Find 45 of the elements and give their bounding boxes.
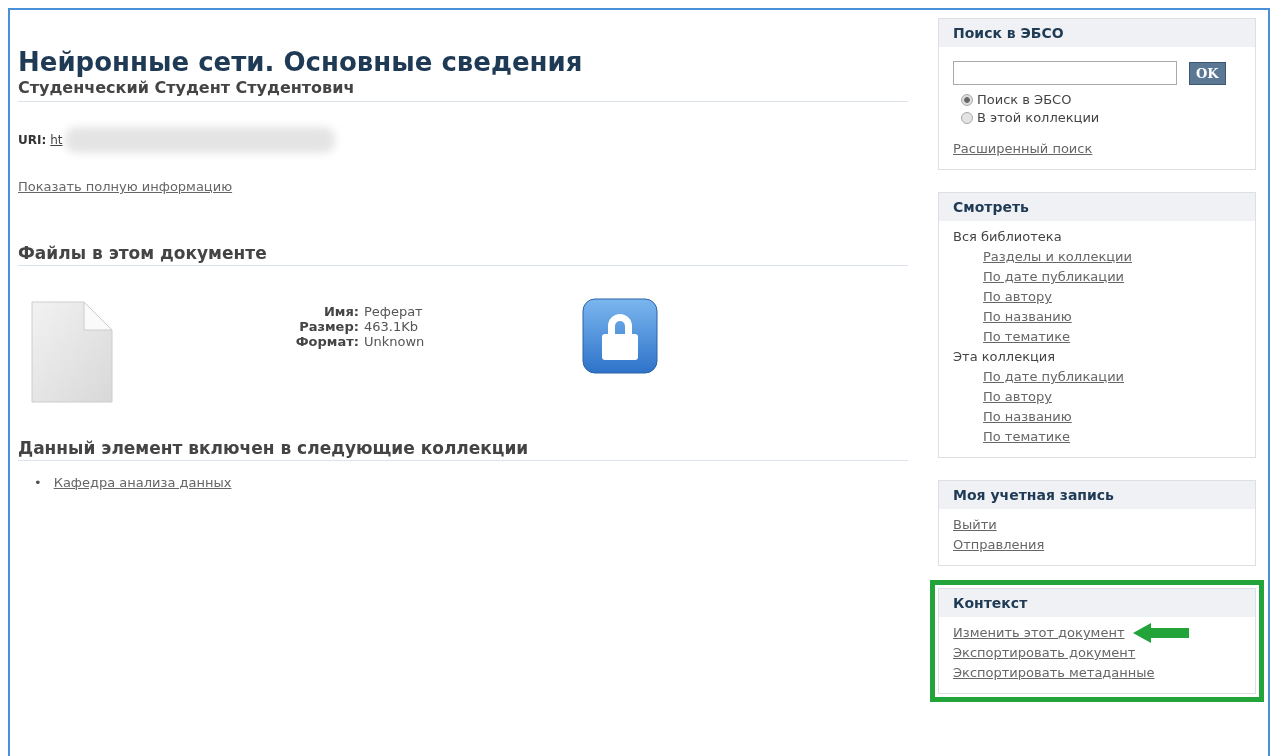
sidebar-link[interactable]: По автору [983, 387, 1052, 407]
annotation-arrow [1132, 623, 1189, 643]
sidebar-link[interactable]: По названию [983, 407, 1072, 427]
sidebar-link[interactable]: Выйти [953, 515, 997, 535]
advanced-search-link[interactable]: Расширенный поиск [953, 141, 1093, 156]
sidebar-link[interactable]: По тематике [983, 427, 1071, 447]
lock-icon [582, 298, 658, 374]
panel-title: Контекст [939, 589, 1255, 617]
sidebar-link[interactable]: Изменить этот документ [953, 623, 1125, 643]
sidebar-link[interactable]: По названию [983, 307, 1072, 327]
field-value: Unknown [363, 334, 426, 349]
sidebar-link[interactable]: Экспортировать документ [953, 643, 1136, 663]
show-full-info-link[interactable]: Показать полную информацию [18, 179, 233, 194]
sidebar-link[interactable]: По дате публикации [983, 367, 1125, 387]
radio-label: В этой коллекции [977, 109, 1100, 127]
field-label: Формат: [294, 334, 359, 349]
sidebar-link[interactable]: По автору [983, 287, 1052, 307]
field-value: 463.1Kb [363, 319, 419, 334]
collection-link[interactable]: Кафедра анализа данных [53, 475, 232, 490]
sidebar-link[interactable]: Отправления [953, 535, 1045, 555]
sidebar-link[interactable]: По тематике [983, 327, 1071, 347]
search-field[interactable] [953, 61, 1177, 85]
uri-link[interactable]: ht [50, 133, 63, 147]
sidebar-link[interactable]: По дате публикации [983, 267, 1125, 287]
group-label: Эта коллекция [953, 348, 1057, 366]
files-heading: Файлы в этом документе [18, 243, 908, 266]
field-label: Имя: [322, 304, 359, 319]
ok-button[interactable]: OK [1189, 61, 1226, 85]
collections-heading: Данный элемент включен в следующие коллекции [18, 438, 908, 461]
panel-title: Смотреть [939, 193, 1255, 221]
panel-title: Моя учетная запись [939, 481, 1255, 509]
bullet: • [34, 475, 42, 490]
item-author: Студенческий Студент Студентович [18, 78, 908, 102]
panel-title: Поиск в ЭБСО [939, 19, 1255, 47]
sidebar-link[interactable]: Экспортировать метаданные [953, 663, 1155, 683]
field-label: Размер: [298, 319, 359, 334]
uri-label: URI: [18, 133, 47, 147]
field-value: Реферат [363, 304, 424, 319]
radio-label: Поиск в ЭБСО [977, 91, 1072, 109]
radio-button[interactable] [961, 94, 973, 106]
document-icon [30, 300, 114, 404]
item-title: Нейронные сети. Основные сведения [18, 46, 584, 78]
group-label: Вся библиотека [953, 228, 1063, 246]
radio-button[interactable] [961, 112, 973, 124]
sidebar-link[interactable]: Разделы и коллекции [983, 247, 1132, 267]
